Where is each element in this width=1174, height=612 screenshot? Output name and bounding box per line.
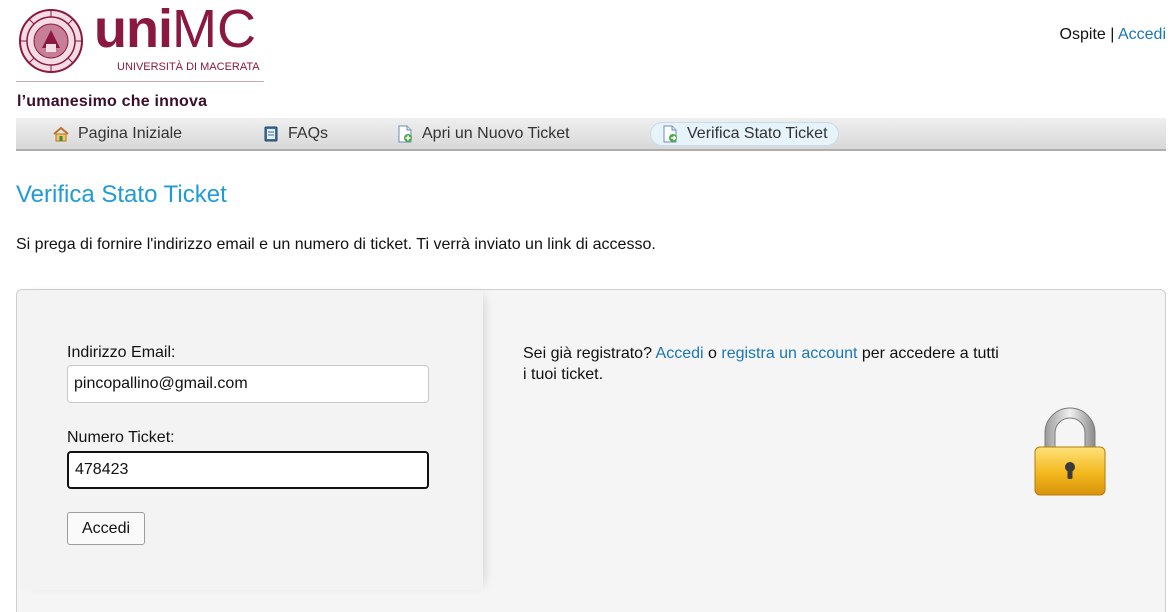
logo-wordmark: uniMC bbox=[94, 2, 256, 56]
ticket-number-label: Numero Ticket: bbox=[67, 429, 175, 446]
nav-item-home[interactable]: Pagina Iniziale bbox=[42, 122, 192, 146]
ticket-number-field[interactable] bbox=[67, 451, 429, 489]
nav-item-label: Verifica Stato Ticket bbox=[687, 125, 828, 142]
book-icon bbox=[264, 126, 278, 142]
email-label: Indirizzo Email: bbox=[67, 344, 176, 361]
university-logo[interactable]: uniMC UNIVERSITÀ DI MACERATA l’umanesimo… bbox=[16, 2, 276, 112]
logo-subtitle: UNIVERSITÀ DI MACERATA bbox=[117, 61, 260, 73]
nav-item-new-ticket[interactable]: Apri un Nuovo Ticket bbox=[386, 122, 580, 146]
main-nav: Pagina Iniziale FAQs Apri un Nuovo Ticke… bbox=[16, 118, 1166, 151]
nav-item-label: Apri un Nuovo Ticket bbox=[422, 125, 570, 142]
logo-word-bold: uni bbox=[94, 0, 173, 59]
padlock-icon bbox=[1034, 407, 1106, 496]
note-text-before: Sei già registrato? bbox=[523, 345, 656, 362]
user-nav-separator: | bbox=[1110, 26, 1115, 43]
new-ticket-icon bbox=[398, 125, 412, 143]
logo-word-light: MC bbox=[171, 0, 256, 59]
panel-login-link[interactable]: Accedi bbox=[656, 345, 704, 362]
nav-item-label: FAQs bbox=[288, 125, 329, 142]
note-text-middle: o bbox=[703, 345, 722, 362]
ticket-check-form: Indirizzo Email: Numero Ticket: Accedi bbox=[17, 290, 483, 590]
page: uniMC UNIVERSITÀ DI MACERATA l’umanesimo… bbox=[0, 0, 1174, 612]
register-account-link[interactable]: registra un account bbox=[721, 345, 857, 362]
ticket-check-panel: Indirizzo Email: Numero Ticket: Accedi S… bbox=[16, 289, 1166, 612]
logo-tagline: l’umanesimo che innova bbox=[17, 93, 208, 110]
registration-note: Sei già registrato? Accedi o registra un… bbox=[523, 343, 1003, 385]
nav-item-ticket-status[interactable]: Verifica Stato Ticket bbox=[650, 122, 839, 146]
page-intro: Si prega di fornire l'indirizzo email e … bbox=[16, 236, 656, 253]
page-title: Verifica Stato Ticket bbox=[16, 181, 227, 208]
user-nav: Ospite | Accedi bbox=[1060, 26, 1166, 44]
nav-item-faqs[interactable]: FAQs bbox=[252, 122, 338, 146]
home-icon bbox=[53, 126, 69, 142]
ticket-status-icon bbox=[663, 125, 677, 143]
email-field[interactable] bbox=[67, 365, 429, 403]
header-login-link[interactable]: Accedi bbox=[1118, 26, 1166, 43]
logo-divider bbox=[16, 81, 264, 82]
submit-login-button[interactable]: Accedi bbox=[67, 512, 146, 545]
university-seal-icon bbox=[19, 9, 83, 73]
nav-item-label: Pagina Iniziale bbox=[78, 125, 183, 142]
guest-label: Ospite bbox=[1059, 26, 1106, 43]
